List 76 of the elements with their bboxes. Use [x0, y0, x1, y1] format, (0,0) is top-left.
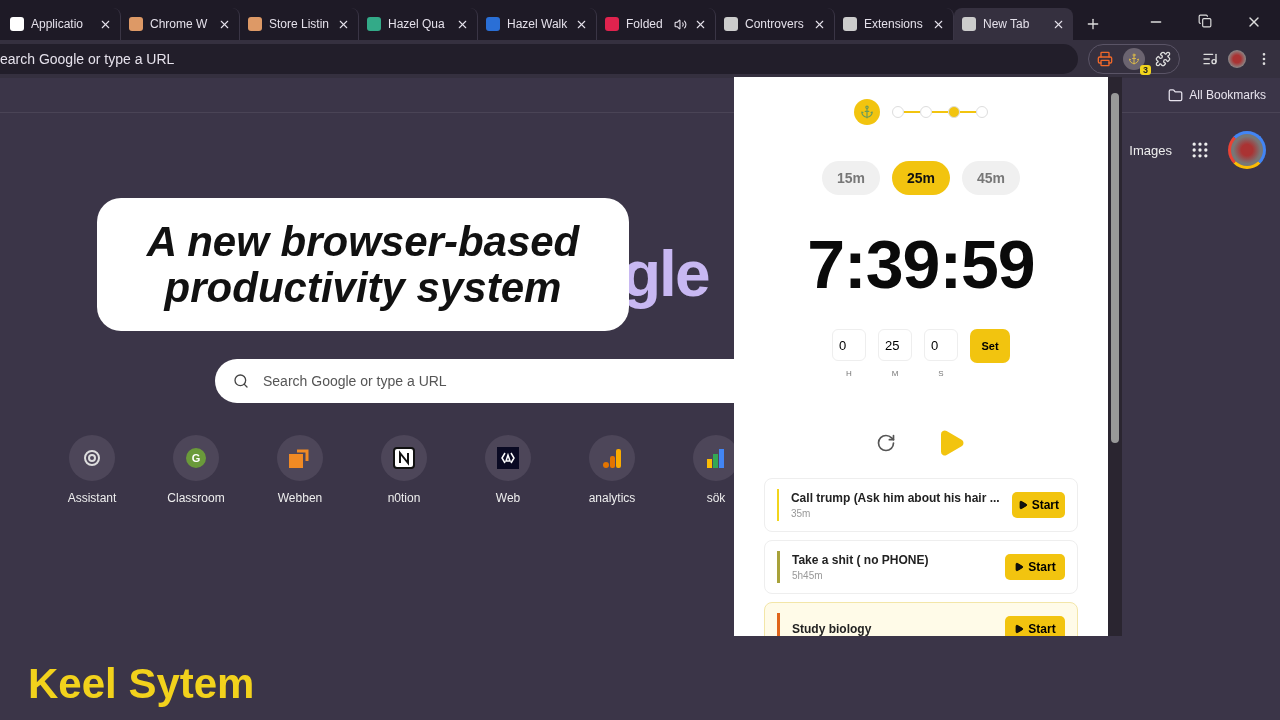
notion-icon	[393, 447, 415, 469]
puzzle-icon[interactable]	[1155, 51, 1171, 67]
shortcut-label: Webben	[277, 491, 323, 505]
favicon-icon	[10, 17, 24, 31]
favicon-icon	[843, 17, 857, 31]
step-dot[interactable]	[976, 106, 988, 118]
avatar-icon[interactable]	[1228, 131, 1266, 169]
start-button[interactable]: Start	[1005, 554, 1065, 580]
unit-label: M	[891, 369, 899, 378]
preset-button[interactable]: 45m	[962, 161, 1020, 195]
new-tab-icon[interactable]	[1085, 16, 1101, 32]
shortcut-label: Classroom	[167, 491, 225, 505]
shortcut-tile[interactable]	[485, 435, 531, 481]
anchor-icon	[1128, 53, 1140, 65]
search-icon	[233, 373, 249, 389]
favicon-icon	[486, 17, 500, 31]
time-input[interactable]: 25	[878, 329, 912, 361]
shortcut-tile[interactable]	[589, 435, 635, 481]
restore-icon[interactable]	[1198, 14, 1212, 28]
video-title: Keel Sytem	[28, 660, 255, 708]
task-title: Call trump (Ask him about his hair ...	[790, 491, 1000, 505]
shortcut-tile[interactable]	[277, 435, 323, 481]
chart-icon	[705, 447, 727, 469]
step-dot[interactable]	[892, 106, 904, 118]
playlist-icon[interactable]	[1202, 51, 1218, 67]
apps-icon[interactable]	[1190, 140, 1210, 160]
play-icon	[1017, 500, 1028, 510]
task-title: Study biology	[792, 622, 873, 636]
preset-button[interactable]: 15m	[822, 161, 880, 195]
preset-button[interactable]: 25m	[892, 161, 950, 195]
bookmark-folder[interactable]: All Bookmarks	[1189, 88, 1266, 102]
shortcut-label: n0tion	[387, 491, 421, 505]
bar-chart-icon	[602, 447, 622, 469]
favicon-icon	[605, 17, 619, 31]
start-button[interactable]: Start	[1011, 492, 1065, 518]
scrollbar-thumb[interactable]	[1111, 93, 1119, 443]
address-field[interactable]: earch Google or type a URL	[0, 44, 1078, 74]
play-icon	[1014, 624, 1025, 634]
caption-text: A new browser-based	[146, 218, 580, 265]
unit-label: H	[846, 369, 852, 378]
badge: 3	[1140, 65, 1151, 75]
printer-icon[interactable]	[1097, 51, 1113, 67]
step-dot[interactable]	[948, 106, 960, 118]
shortcut-label: analytics	[588, 491, 636, 505]
time-input[interactable]: 0	[832, 329, 866, 361]
task-title: Take a shit ( no PHONE)	[792, 553, 930, 567]
shortcut-label: sök	[706, 491, 726, 505]
favicon-icon	[962, 17, 976, 31]
timer-display: 7:39:59	[807, 225, 1035, 303]
extension-icon[interactable]	[1123, 48, 1145, 70]
shortcut-tile[interactable]	[381, 435, 427, 481]
favicon-icon	[248, 17, 262, 31]
shortcut-label: Assistant	[67, 491, 117, 505]
favicon-icon	[129, 17, 143, 31]
reset-icon[interactable]	[876, 433, 896, 453]
favicon-icon	[724, 17, 738, 31]
task-duration: 5h45m	[792, 570, 824, 581]
caption-text: productivity system	[164, 264, 562, 311]
time-input[interactable]: 0	[924, 329, 958, 361]
classroom-icon: G	[186, 448, 206, 468]
anchor-icon[interactable]	[854, 99, 880, 125]
set-button[interactable]: Set	[970, 329, 1010, 363]
unit-label: S	[938, 369, 944, 378]
favicon-icon	[367, 17, 381, 31]
shortcut-tile[interactable]	[69, 435, 115, 481]
code-icon	[497, 447, 519, 469]
browser-tab[interactable]: New Tab	[954, 8, 1073, 40]
shortcut-label: Web	[495, 491, 521, 505]
play-icon	[1014, 562, 1025, 572]
start-button[interactable]: Start	[1005, 616, 1065, 636]
avatar-icon[interactable]	[1228, 50, 1246, 68]
step-dot[interactable]	[920, 106, 932, 118]
logo: gle	[622, 237, 709, 311]
images-link[interactable]: Images	[1129, 142, 1172, 158]
task-duration: 35m	[790, 508, 812, 519]
folder-icon[interactable]	[1168, 87, 1184, 103]
